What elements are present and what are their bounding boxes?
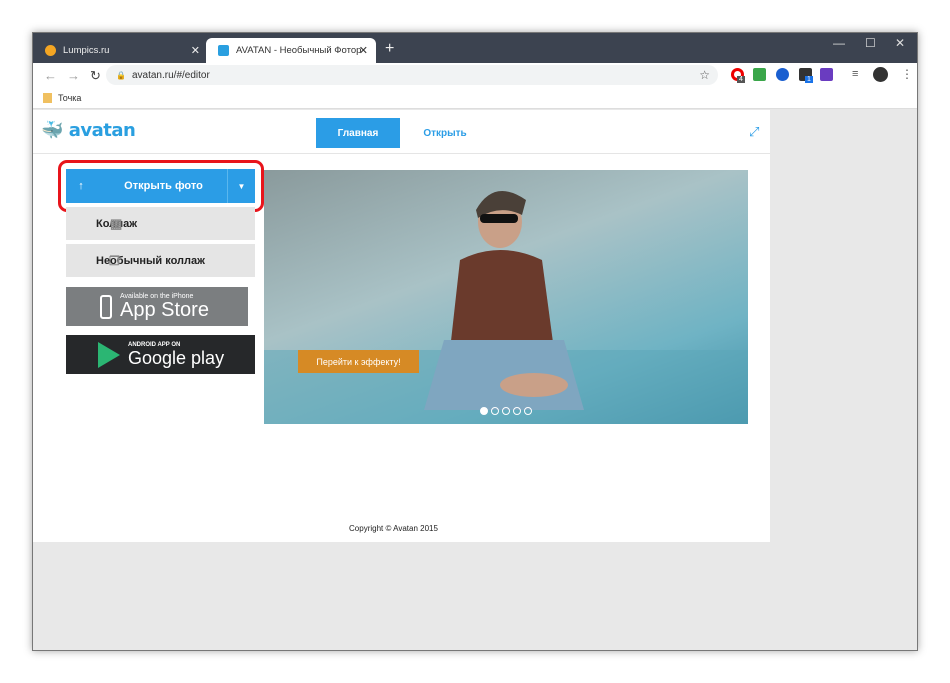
go-to-effect-button[interactable]: Перейти к эффекту! [298, 350, 419, 373]
checkmark-extension-icon[interactable] [753, 68, 766, 81]
collage-button[interactable]: ▦ Коллаж [66, 207, 255, 240]
extension-badge: 4 [737, 76, 745, 83]
whale-logo-icon: 🐳 [41, 120, 63, 141]
tab-avatan[interactable]: AVATAN - Необычный Фоторед ✕ [206, 38, 376, 63]
maximize-icon[interactable]: ☐ [865, 36, 876, 50]
appstore-big-text: App Store [120, 299, 209, 321]
carousel-dot[interactable] [491, 407, 499, 415]
profile-avatar[interactable] [873, 67, 888, 82]
bookmarks-bar: Точка [33, 88, 917, 109]
avatan-favicon-icon [218, 45, 229, 56]
new-tab-button[interactable]: + [385, 40, 394, 58]
iphone-icon [100, 294, 112, 319]
fullscreen-icon[interactable]: ⤢ [749, 124, 759, 140]
logo-text: avatan [68, 120, 136, 141]
back-icon[interactable]: ← [44, 68, 57, 83]
copyright: Copyright © Avatan 2015 [349, 524, 438, 533]
globe-extension-icon[interactable] [776, 68, 789, 81]
lumpics-favicon-icon [45, 45, 56, 56]
extension-badge: 1 [805, 76, 813, 83]
dropdown-chevron-icon[interactable]: ▼ [227, 169, 255, 203]
address-bar[interactable]: 🔒 avatan.ru/#/editor ☆ [106, 65, 718, 85]
forward-icon[interactable]: → [67, 68, 80, 83]
url-text: avatan.ru/#/editor [131, 69, 210, 81]
close-tab-icon[interactable]: ✕ [359, 44, 368, 57]
carousel-dot[interactable] [513, 407, 521, 415]
carousel-dot[interactable] [502, 407, 510, 415]
tab-title: Lumpics.ru [63, 45, 110, 56]
close-tab-icon[interactable]: ✕ [191, 44, 200, 57]
play-triangle-icon [98, 341, 120, 368]
title-bar: Lumpics.ru ✕ AVATAN - Необычный Фоторед … [33, 33, 917, 63]
avatan-logo[interactable]: 🐳 avatan [41, 120, 136, 141]
carousel-dot[interactable] [480, 407, 488, 415]
media-control-icon[interactable]: ≡ [852, 68, 858, 80]
site-header: 🐳 avatan Главная Открыть ⤢ [33, 110, 770, 154]
grid-icon: ▦ [110, 215, 123, 231]
tab-lumpics[interactable]: Lumpics.ru ✕ [33, 38, 208, 63]
purple-extension-icon[interactable] [820, 68, 833, 81]
bookmark-tochka[interactable]: Точка [58, 93, 81, 103]
open-photo-button[interactable]: ↑ Открыть фото ▼ [66, 169, 255, 203]
bookmark-star-icon[interactable]: ☆ [699, 68, 710, 82]
unusual-collage-button[interactable]: ❐ Необычный коллаж [66, 244, 255, 277]
googleplay-big-text: Google play [128, 347, 225, 368]
google-play-badge[interactable]: ANDROID APP ON Google play [66, 335, 255, 374]
app-store-badge[interactable]: Available on the iPhone App Store [66, 287, 248, 326]
browser-window: Lumpics.ru ✕ AVATAN - Необычный Фоторед … [32, 32, 918, 651]
close-window-icon[interactable]: ✕ [895, 36, 905, 50]
upload-arrow-icon: ↑ [78, 180, 84, 192]
nav-open[interactable]: Открыть [410, 118, 480, 148]
toolbar: ← → ↻ 🔒 avatan.ru/#/editor ☆ 4 1 ≡ ⋮ [33, 63, 917, 88]
reload-icon[interactable]: ↻ [90, 68, 102, 84]
page-content: 🐳 avatan Главная Открыть ⤢ ↑ Открыть фот… [33, 110, 770, 542]
nav-main[interactable]: Главная [316, 118, 400, 148]
carousel-dots [480, 407, 532, 415]
photos-icon: ❐ [109, 253, 120, 268]
folder-icon [43, 93, 52, 103]
carousel-dot[interactable] [524, 407, 532, 415]
menu-kebab-icon[interactable]: ⋮ [901, 67, 913, 81]
lock-icon: 🔒 [116, 70, 126, 80]
minimize-icon[interactable]: — [833, 36, 845, 50]
open-photo-label: Открыть фото [124, 180, 203, 192]
hero-photo [264, 191, 748, 424]
hero-slider[interactable]: Перейти к эффекту! [264, 170, 748, 424]
tab-title: AVATAN - Необычный Фоторед [236, 45, 361, 56]
